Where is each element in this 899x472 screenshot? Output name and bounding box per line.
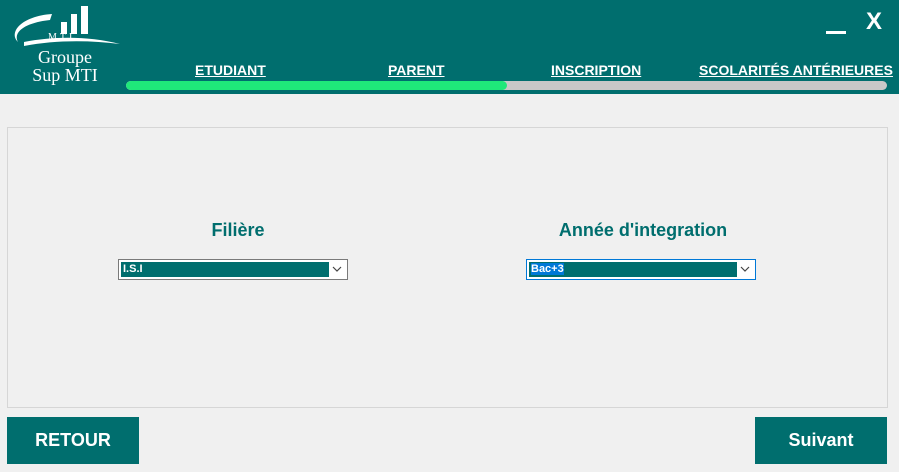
close-button[interactable]: X [866, 8, 882, 36]
tab-inscription[interactable]: INSCRIPTION [551, 62, 641, 78]
filiere-label: Filière [211, 220, 265, 240]
svg-text:MTI: MTI [48, 32, 75, 43]
annee-integration-select[interactable]: Bac+3 [526, 259, 756, 280]
annee-selected-text: Bac+3 [531, 263, 564, 275]
logo-line-1: Groupe [38, 47, 92, 67]
annee-selected-value: Bac+3 [529, 262, 737, 277]
groupe-sup-mti-logo: MTI Groupe Sup MTI [4, 2, 126, 90]
tab-etudiant[interactable]: ETUDIANT [195, 62, 266, 78]
tab-scolarites-anterieures[interactable]: SCOLARITÉS ANTÉRIEURES [699, 62, 893, 78]
chevron-down-icon [332, 266, 342, 272]
form-panel: Filière I.S.I Année d'integration Bac+3 [7, 127, 888, 408]
suivant-button[interactable]: Suivant [755, 417, 887, 464]
retour-button[interactable]: RETOUR [7, 417, 139, 464]
app-header: MTI Groupe Sup MTI X ETUDIANT PARENT INS… [0, 0, 899, 94]
minimize-button[interactable] [824, 6, 848, 36]
chevron-down-icon [740, 266, 750, 272]
logo-line-2: Sup MTI [32, 65, 98, 85]
filiere-selected-value: I.S.I [121, 262, 329, 277]
step-progress-bar [126, 81, 887, 90]
annee-integration-label: Année d'integration [558, 220, 728, 240]
tab-parent[interactable]: PARENT [388, 62, 445, 78]
step-progress-fill [126, 81, 507, 90]
filiere-select[interactable]: I.S.I [118, 259, 348, 280]
